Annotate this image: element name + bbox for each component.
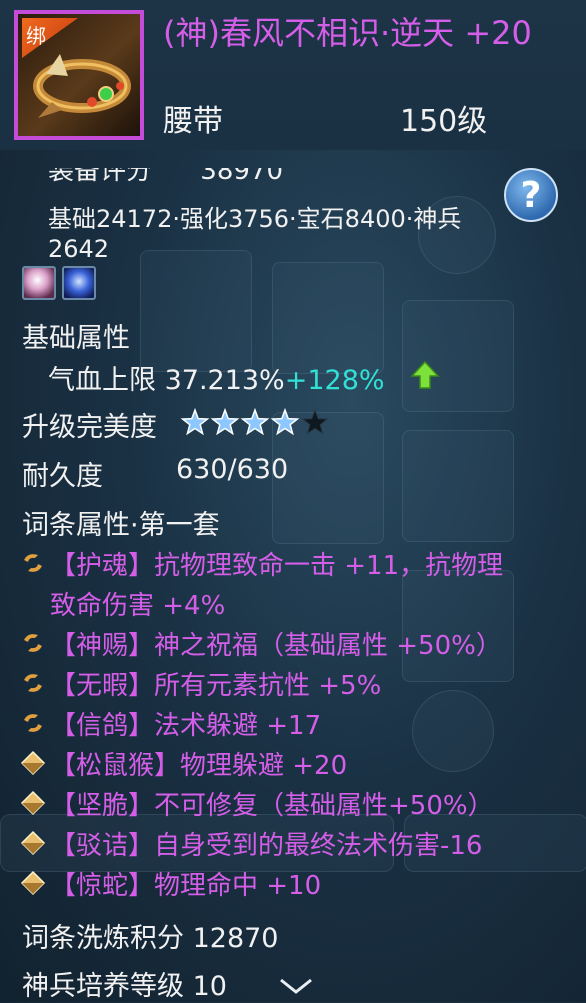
swirl-icon — [20, 630, 46, 656]
star-filled-icon — [270, 408, 300, 436]
star-filled-icon — [240, 408, 270, 436]
swirl-icon — [20, 670, 46, 696]
swirl-icon — [20, 550, 46, 576]
affix-line: 【坚脆】不可修复（基础属性+50%） — [50, 791, 494, 821]
bg-slot-1 — [140, 250, 252, 372]
weapon-level-line: 神兵培养等级 10 — [22, 964, 227, 1003]
score-line: 装备评分 38970 — [48, 156, 283, 187]
affix-heading: 词条属性·第一套 — [22, 510, 220, 541]
affix-line: 【驳诘】自身受到的最终法术伤害-16 — [50, 831, 483, 861]
bg-slot-3 — [402, 300, 514, 412]
perfection-stars — [180, 408, 329, 436]
affix-line: 【护魂】抗物理致命一击 +11，抗物理 — [50, 551, 504, 581]
diamond-icon — [20, 790, 46, 816]
score-value: 38970 — [200, 156, 283, 186]
affix-line: 【无暇】所有元素抗性 +5% — [50, 671, 382, 701]
star-filled-icon — [210, 408, 240, 436]
help-button[interactable]: ? — [504, 168, 558, 222]
item-level: 150级 — [400, 104, 488, 139]
durability-value: 630/630 — [176, 454, 289, 485]
affix-line: 【惊蛇】物理命中 +10 — [50, 871, 322, 901]
swirl-icon — [20, 710, 46, 736]
base-attr-bonus: +128% — [284, 365, 385, 396]
refine-label: 词条洗炼积分 — [22, 923, 184, 954]
score-breakdown: 基础24172·强化3756·宝石8400·神兵2642 — [48, 205, 462, 263]
affix-line-continued: 致命伤害 +4% — [50, 591, 226, 621]
pink-gem-icon — [22, 266, 56, 300]
affix-line: 【神赐】神之祝福（基础属性 +50%） — [50, 631, 502, 661]
base-attr-line: 气血上限 37.213%+128% — [48, 358, 385, 397]
star-filled-icon — [180, 408, 210, 436]
affix-line: 【信鸽】法术躲避 +17 — [50, 711, 322, 741]
bg-slot-5 — [402, 430, 514, 542]
affix-line: 【松鼠猴】物理躲避 +20 — [50, 751, 348, 781]
item-icon: 绑 — [14, 10, 144, 140]
perfection-label: 升级完美度 — [22, 412, 157, 443]
weapon-level-label: 神兵培养等级 — [22, 971, 184, 1002]
item-slot: 腰带 — [163, 104, 223, 139]
refine-value: 12870 — [192, 923, 279, 954]
refine-line: 词条洗炼积分 12870 — [22, 916, 279, 955]
base-attr-text: 气血上限 37.213% — [48, 365, 285, 396]
diamond-icon — [20, 750, 46, 776]
weapon-level-value: 10 — [192, 971, 227, 1002]
base-attr-heading: 基础属性 — [22, 323, 130, 354]
blue-gem-icon — [62, 266, 96, 300]
durability-label: 耐久度 — [22, 461, 103, 492]
diamond-icon — [20, 870, 46, 896]
item-name: (神)春风不相识·逆天 +20 — [163, 14, 532, 52]
chevron-down-icon[interactable] — [278, 976, 314, 996]
arrow-up-icon — [410, 360, 440, 389]
star-empty-icon — [301, 408, 329, 435]
bg-round-button-2 — [412, 690, 494, 772]
score-label: 装备评分 — [48, 156, 153, 186]
diamond-icon — [20, 830, 46, 856]
